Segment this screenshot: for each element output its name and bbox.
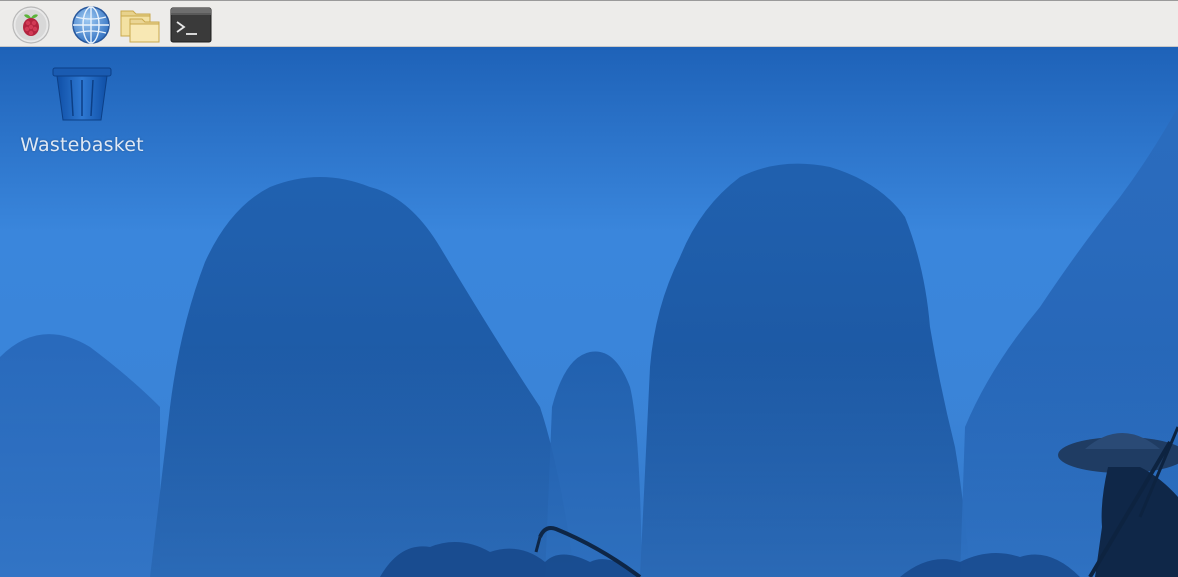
raspberry-menu-icon: [11, 5, 51, 45]
main-menu-button[interactable]: [10, 5, 52, 45]
file-manager-icon: [118, 5, 162, 45]
taskbar: [0, 0, 1178, 47]
web-browser-launcher[interactable]: [70, 5, 112, 45]
desktop-wallpaper: [0, 47, 1178, 577]
wastebasket-icon: [51, 65, 113, 128]
terminal-icon: [170, 6, 212, 44]
desktop[interactable]: Wastebasket: [0, 47, 1178, 577]
web-browser-icon: [71, 5, 111, 45]
desktop-icon-label: Wastebasket: [20, 134, 144, 156]
desktop-icon-wastebasket[interactable]: Wastebasket: [14, 65, 150, 156]
file-manager-launcher[interactable]: [119, 5, 161, 45]
terminal-launcher[interactable]: [170, 5, 212, 45]
